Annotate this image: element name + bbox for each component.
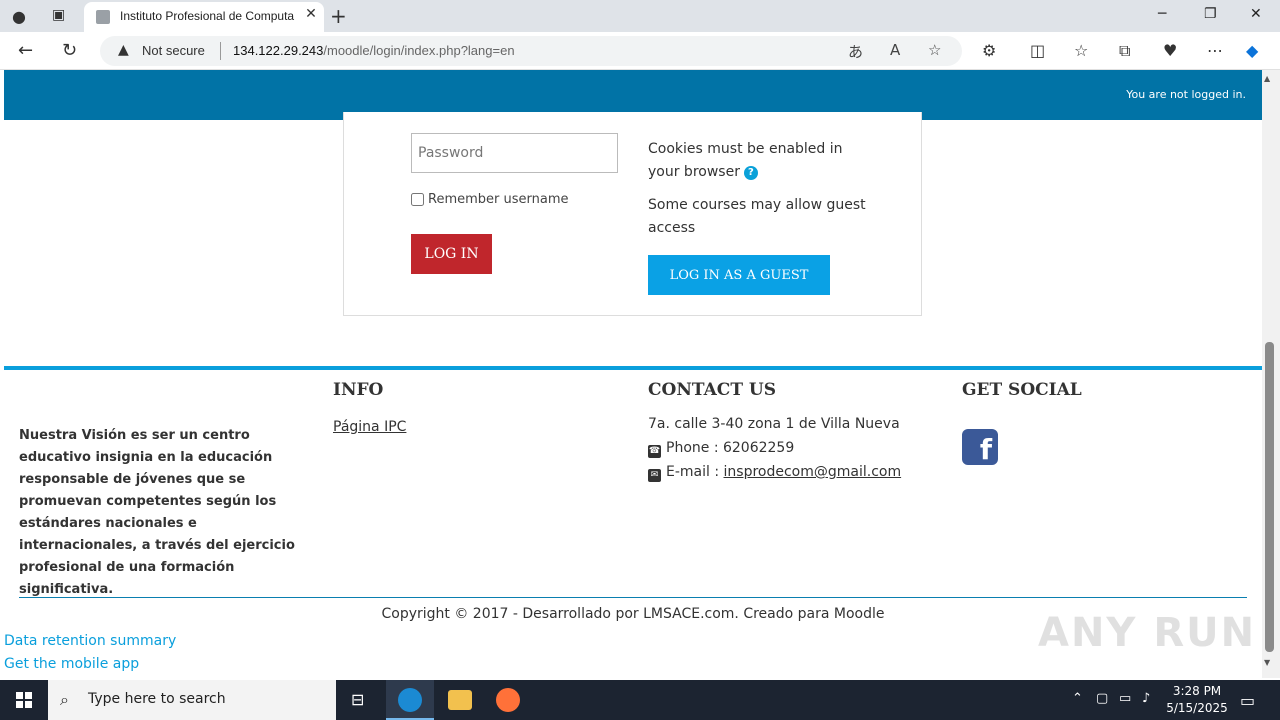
search-icon: ⌕ [60, 690, 69, 709]
url-divider [220, 42, 221, 60]
clock-date: 5/15/2025 [1166, 701, 1228, 715]
address-bar[interactable]: ▲ Not secure 134.122.29.243/moodle/login… [100, 36, 962, 66]
anyrun-watermark: ANY RUN [1038, 610, 1257, 656]
url-path: /moodle/login/index.php?lang=en [323, 43, 515, 58]
contact-address: 7a. calle 3-40 zona 1 de Villa Nueva [648, 416, 900, 432]
tab-actions-icon[interactable]: ▣ [52, 7, 65, 23]
facebook-icon[interactable]: f [962, 429, 998, 466]
collections-icon[interactable]: ⧉ [1119, 41, 1130, 61]
explorer-taskbar-button[interactable] [436, 680, 484, 720]
vision-statement: Nuestra Visión es ser un centro educativ… [19, 428, 295, 597]
footer-accent-line [4, 366, 1262, 370]
not-secure-label[interactable]: Not secure [142, 43, 205, 58]
edge-taskbar-button[interactable] [386, 680, 434, 720]
edge-icon [398, 688, 422, 712]
guest-login-button[interactable]: LOG IN AS A GUEST [648, 255, 830, 295]
email-label: E-mail : [666, 464, 724, 480]
favorites-icon[interactable]: ☆ [1074, 41, 1088, 60]
folder-icon [448, 690, 472, 710]
help-icon[interactable]: ? [743, 166, 758, 180]
browser-tab-bar: ● ▣ Instituto Profesional de Computa ✕ +… [0, 0, 1280, 32]
phone-icon: ☎ [648, 445, 661, 458]
volume-icon[interactable]: ♪ [1142, 691, 1150, 706]
start-button[interactable] [0, 680, 48, 720]
web-page: You are not logged in. Remember username… [4, 70, 1262, 678]
system-clock[interactable]: 3:28 PM 5/15/2025 [1160, 683, 1234, 717]
scroll-up-icon[interactable]: ▲ [1264, 74, 1270, 83]
login-card: Remember username LOG IN Cookies must be… [343, 112, 922, 316]
back-icon[interactable]: ← [18, 40, 33, 61]
tab-close-icon[interactable]: ✕ [302, 6, 320, 26]
contact-phone: ☎ Phone : 62062259 [648, 440, 794, 458]
task-view-button[interactable]: ⊟ [336, 680, 384, 720]
split-screen-icon[interactable]: ◫ [1030, 41, 1045, 60]
more-menu-icon[interactable]: ⋯ [1207, 41, 1223, 60]
reload-icon[interactable]: ↻ [62, 40, 77, 61]
copilot-icon[interactable]: ◆ [1246, 41, 1258, 60]
remember-checkbox[interactable] [411, 193, 424, 206]
email-link[interactable]: insprodecom@gmail.com [724, 464, 902, 480]
taskbar: ⌕ Type here to search ⊟ ⌃ ▢ ▭ ♪ 3:28 PM … [0, 680, 1280, 720]
favorite-star-icon[interactable]: ☆ [928, 41, 941, 59]
url-text[interactable]: 134.122.29.243/moodle/login/index.php?la… [233, 43, 515, 58]
new-tab-icon[interactable]: + [330, 4, 347, 28]
clock-time: 3:28 PM [1172, 684, 1222, 698]
network-icon[interactable]: ▭ [1119, 691, 1131, 706]
browser-tab[interactable]: Instituto Profesional de Computa ✕ [84, 2, 324, 32]
task-view-icon: ⊟ [351, 690, 365, 709]
address-bar-row: ← ↻ ▲ Not secure 134.122.29.243/moodle/l… [0, 32, 1280, 70]
translate-icon[interactable]: あ [848, 41, 863, 62]
close-window-icon[interactable]: ✕ [1250, 6, 1262, 22]
envelope-icon: ✉ [648, 469, 661, 482]
info-heading: INFO [333, 380, 384, 400]
firefox-icon [496, 688, 520, 712]
search-placeholder: Type here to search [88, 691, 226, 707]
firefox-taskbar-button[interactable] [484, 680, 532, 720]
contact-heading: CONTACT US [648, 380, 776, 400]
mobile-app-link[interactable]: Get the mobile app [4, 656, 139, 672]
remember-label: Remember username [428, 192, 569, 207]
contact-email: ✉ E-mail : insprodecom@gmail.com [648, 464, 901, 482]
extensions-icon[interactable]: ⚙ [982, 41, 996, 60]
maximize-icon[interactable]: ❐ [1204, 6, 1217, 22]
social-heading: GET SOCIAL [962, 380, 1082, 400]
notifications-icon[interactable]: ▭ [1240, 691, 1255, 710]
data-retention-link[interactable]: Data retention summary [4, 633, 176, 649]
profile-icon[interactable]: ● [12, 7, 26, 26]
scroll-thumb[interactable] [1265, 342, 1274, 652]
remember-username[interactable]: Remember username [411, 192, 569, 207]
guest-note: Some courses may allow guest access [648, 197, 866, 236]
pagina-ipc-link[interactable]: Página IPC [333, 419, 406, 435]
site-favicon-icon [96, 10, 110, 24]
cookies-note: Cookies must be enabled in your browser? [648, 138, 848, 184]
tray-chevron-icon[interactable]: ⌃ [1072, 691, 1083, 706]
login-status: You are not logged in. [1126, 88, 1246, 101]
password-field[interactable] [411, 133, 618, 173]
scroll-down-icon[interactable]: ▼ [1264, 658, 1270, 667]
performance-icon[interactable]: ♥ [1163, 41, 1177, 60]
url-host: 134.122.29.243 [233, 43, 324, 58]
windows-logo-icon [16, 692, 32, 708]
footer-divider [19, 597, 1247, 598]
read-aloud-icon[interactable]: A [890, 41, 900, 59]
taskbar-search[interactable]: ⌕ Type here to search [48, 680, 336, 720]
warning-icon: ▲ [118, 42, 129, 58]
tab-title: Instituto Profesional de Computa [120, 9, 295, 23]
page-scrollbar[interactable]: ▲ ▼ [1262, 70, 1280, 678]
login-button[interactable]: LOG IN [411, 234, 492, 274]
minimize-icon[interactable]: ─ [1158, 6, 1166, 22]
phone-text: Phone : 62062259 [666, 440, 795, 456]
tray-device-icon[interactable]: ▢ [1096, 691, 1108, 706]
